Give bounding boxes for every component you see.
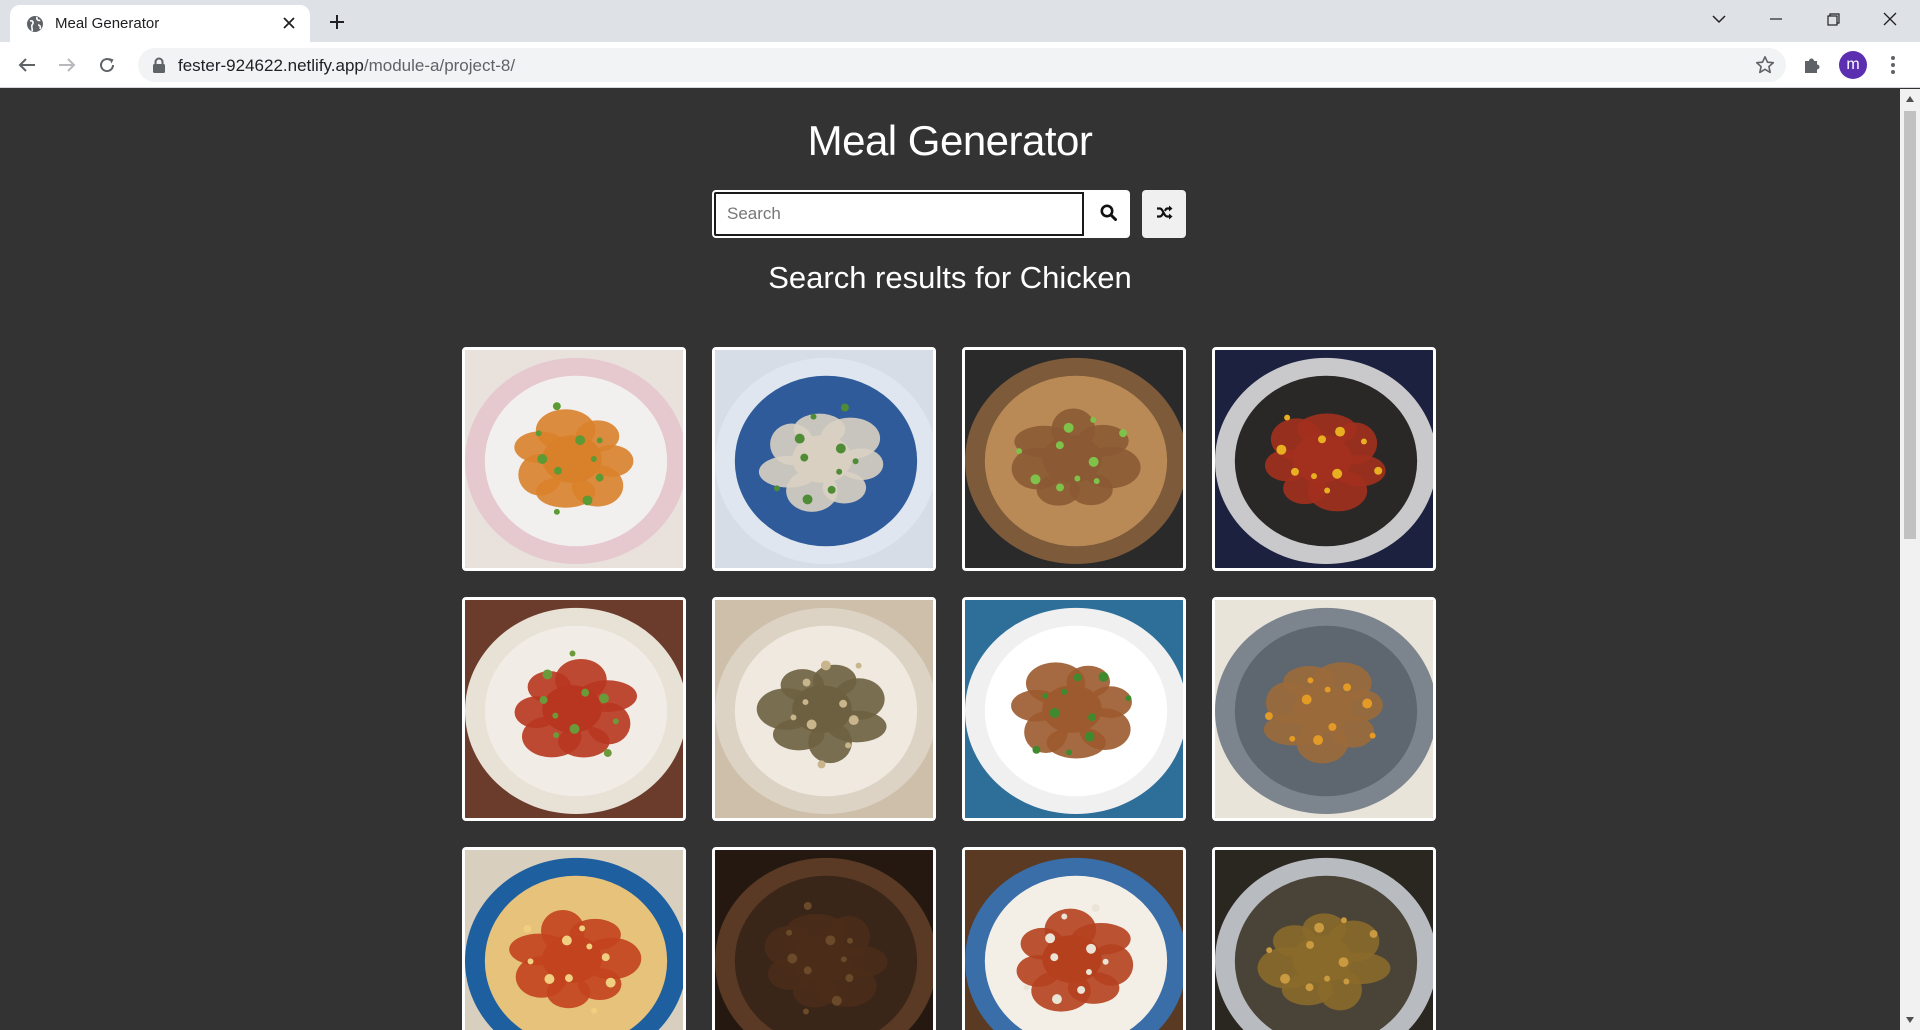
meal-5-card[interactable] xyxy=(462,597,686,821)
meal-9-card[interactable] xyxy=(462,847,686,1030)
url-text: fester-924622.netlify.app/module-a/proje… xyxy=(178,56,515,76)
scrollbar-thumb[interactable] xyxy=(1904,111,1916,539)
tab-search-chevron-icon[interactable] xyxy=(1691,0,1747,38)
new-tab-icon[interactable] xyxy=(324,9,350,35)
back-arrow-icon[interactable] xyxy=(13,51,41,79)
meal-6-image xyxy=(715,600,933,818)
page-content: Meal Generator Search results for Chicke… xyxy=(0,89,1900,1030)
meal-3-image xyxy=(965,350,1183,568)
browser-toolbar: fester-924622.netlify.app/module-a/proje… xyxy=(0,42,1920,88)
url-host: fester-924622.netlify.app xyxy=(178,56,364,75)
meal-1-image xyxy=(465,350,683,568)
meal-9-image xyxy=(465,850,683,1030)
meal-11-card[interactable] xyxy=(962,847,1186,1030)
search-input[interactable] xyxy=(712,190,1086,238)
meal-10-image xyxy=(715,850,933,1030)
random-meal-button[interactable] xyxy=(1142,190,1186,238)
meal-8-image xyxy=(1215,600,1433,818)
meal-3-card[interactable] xyxy=(962,347,1186,571)
meal-2-image xyxy=(715,350,933,568)
close-tab-icon[interactable] xyxy=(278,12,300,34)
bookmark-star-icon[interactable] xyxy=(1754,54,1776,76)
meal-1-card[interactable] xyxy=(462,347,686,571)
restore-icon[interactable] xyxy=(1805,0,1861,38)
browser-tabstrip: Meal Generator xyxy=(0,0,1920,42)
shuffle-icon xyxy=(1156,205,1173,223)
meal-11-image xyxy=(965,850,1183,1030)
address-bar[interactable]: fester-924622.netlify.app/module-a/proje… xyxy=(138,48,1786,82)
meal-7-image xyxy=(965,600,1183,818)
meal-7-card[interactable] xyxy=(962,597,1186,821)
scroll-up-arrow-icon[interactable] xyxy=(1900,93,1920,105)
tab-title: Meal Generator xyxy=(55,15,160,32)
meal-5-image xyxy=(465,600,683,818)
extensions-puzzle-icon[interactable] xyxy=(1799,52,1825,78)
meal-12-image xyxy=(1215,850,1433,1030)
browser-tab[interactable]: Meal Generator xyxy=(10,5,310,42)
meal-4-image xyxy=(1215,350,1433,568)
minimize-icon[interactable] xyxy=(1748,0,1804,38)
forward-arrow-icon[interactable] xyxy=(53,51,81,79)
meal-4-card[interactable] xyxy=(1212,347,1436,571)
meal-8-card[interactable] xyxy=(1212,597,1436,821)
meal-12-card[interactable] xyxy=(1212,847,1436,1030)
lock-icon xyxy=(152,57,166,73)
meal-6-card[interactable] xyxy=(712,597,936,821)
page-scrollbar[interactable] xyxy=(1900,89,1920,1030)
page-title: Meal Generator xyxy=(807,117,1093,164)
close-window-icon[interactable] xyxy=(1862,0,1918,38)
reload-icon[interactable] xyxy=(93,51,121,79)
meal-10-card[interactable] xyxy=(712,847,936,1030)
more-menu-icon[interactable] xyxy=(1880,52,1906,78)
scroll-down-arrow-icon[interactable] xyxy=(1900,1014,1920,1026)
url-path: /module-a/project-8/ xyxy=(363,56,516,75)
search-button[interactable] xyxy=(1086,190,1130,238)
search-icon xyxy=(1100,204,1117,224)
profile-avatar[interactable]: m xyxy=(1839,51,1867,79)
results-heading: Search results for Chicken xyxy=(768,260,1132,295)
meal-2-card[interactable] xyxy=(712,347,936,571)
globe-icon xyxy=(26,15,44,33)
